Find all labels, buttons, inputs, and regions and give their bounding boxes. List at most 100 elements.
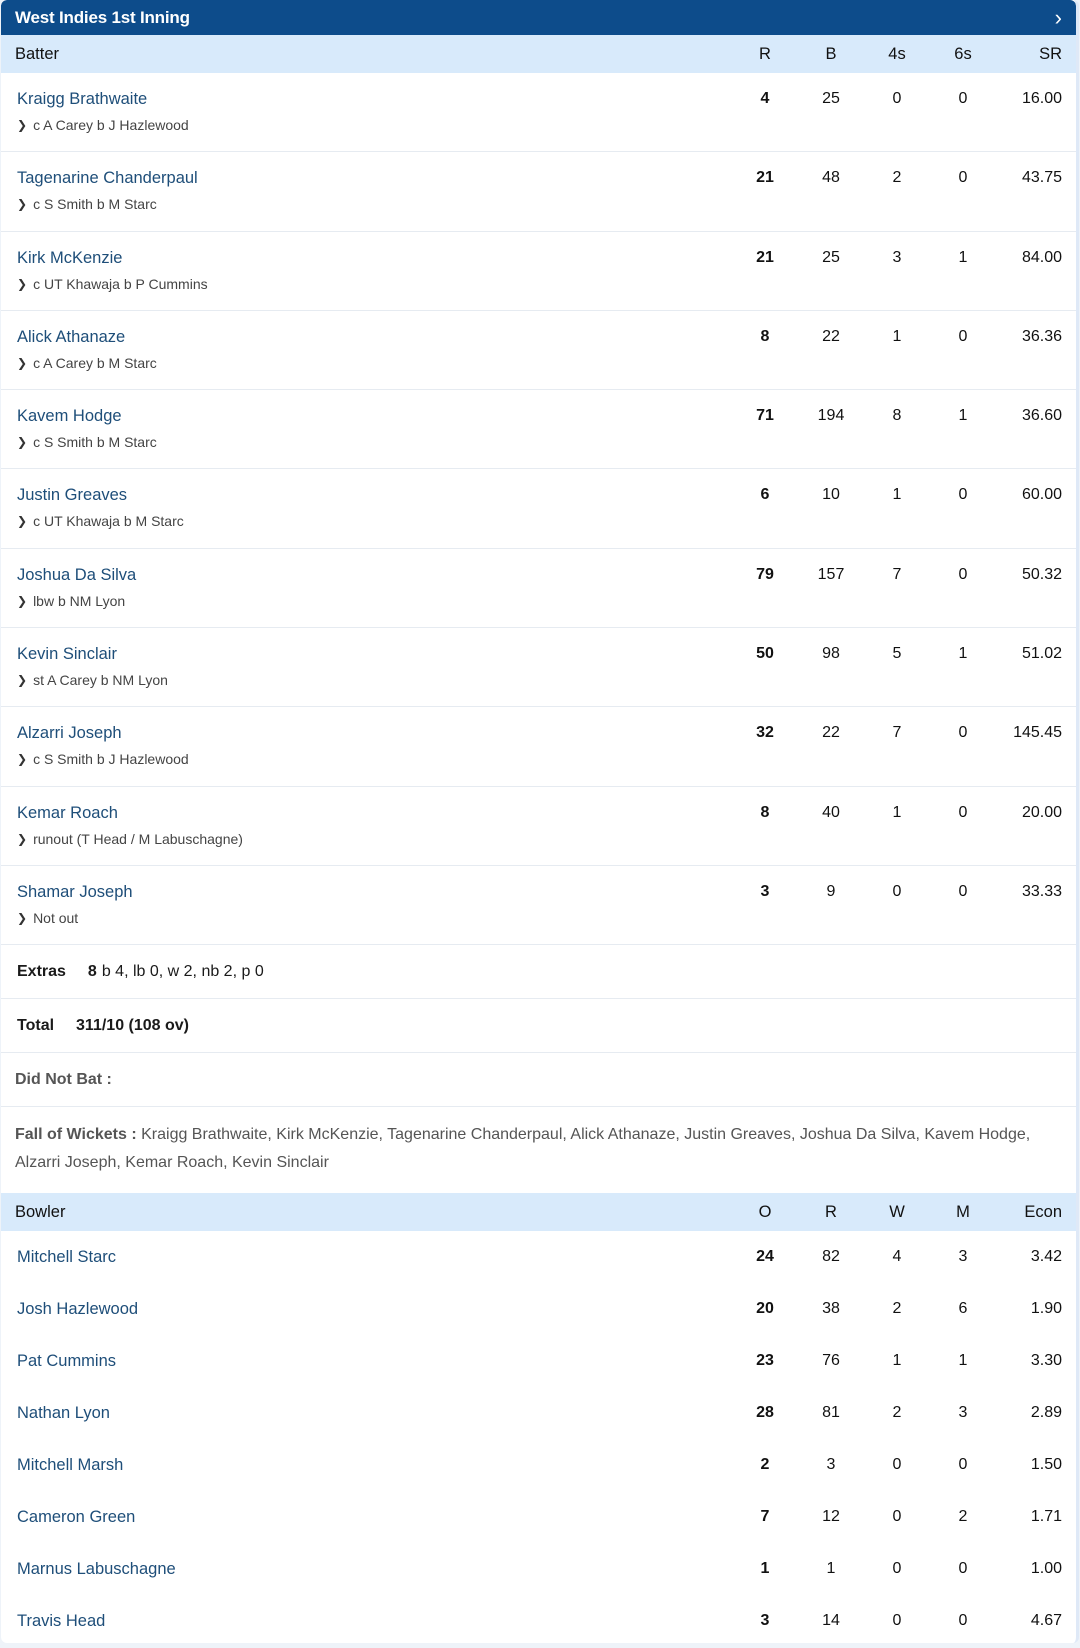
- balls-value: 9: [826, 882, 836, 900]
- balls-value: 98: [822, 645, 840, 663]
- chevron-right-icon: ❯: [17, 752, 28, 767]
- balls-value: 157: [817, 565, 845, 583]
- bowler-cell: Josh Hazlewood: [1, 1300, 732, 1319]
- fours-value: 2: [892, 169, 902, 187]
- bowler-cell: Cameron Green: [1, 1508, 732, 1527]
- dismissal-text: st A Carey b NM Lyon: [33, 672, 168, 689]
- balls-value: 10: [822, 486, 840, 504]
- batter-name-link[interactable]: Kraigg Brathwaite: [17, 90, 732, 109]
- bowler-name-link[interactable]: Cameron Green: [17, 1508, 732, 1527]
- batter-name-link[interactable]: Kevin Sinclair: [17, 645, 732, 664]
- wickets-value: 0: [892, 1508, 902, 1526]
- strike-rate-value: 145.45: [1013, 724, 1062, 742]
- runs-value: 4: [760, 90, 770, 107]
- runs-value: 6: [760, 486, 770, 504]
- dismissal-toggle[interactable]: ❯ c S Smith b M Starc: [17, 434, 732, 450]
- fall-of-wickets-row: Fall of Wickets : Kraigg Brathwaite, Kir…: [1, 1107, 1076, 1193]
- dismissal-toggle[interactable]: ❯ lbw b NM Lyon: [17, 593, 732, 609]
- fours-value: 0: [892, 882, 902, 900]
- extras-value: 8b 4, lb 0, w 2, nb 2, p 0: [88, 963, 264, 981]
- chevron-right-icon: ❯: [17, 593, 28, 608]
- fours-value: 0: [892, 90, 902, 107]
- innings-title: West Indies 1st Inning: [15, 7, 190, 27]
- dismissal-toggle[interactable]: ❯ c S Smith b M Starc: [17, 196, 732, 212]
- fall-of-wickets-label: Fall of Wickets :: [15, 1126, 137, 1144]
- runs-conceded-value: 12: [822, 1508, 840, 1526]
- bowler-name-link[interactable]: Mitchell Marsh: [17, 1456, 732, 1475]
- dismissal-toggle[interactable]: ❯ c A Carey b J Hazlewood: [17, 117, 732, 133]
- batter-cell: Alzarri Joseph ❯ c S Smith b J Hazlewood: [1, 724, 732, 767]
- bowling-table-body: Mitchell Starc 24 82 4 3 3.42 Josh Hazle…: [1, 1231, 1076, 1643]
- strike-rate-value: 51.02: [1021, 645, 1062, 663]
- dismissal-text: c A Carey b M Starc: [33, 354, 157, 371]
- batter-cell: Joshua Da Silva ❯ lbw b NM Lyon: [1, 566, 732, 609]
- wickets-value: 4: [892, 1248, 902, 1266]
- batter-row: Kirk McKenzie ❯ c UT Khawaja b P Cummins…: [1, 232, 1076, 311]
- dismissal-toggle[interactable]: ❯ c A Carey b M Starc: [17, 355, 732, 371]
- wickets-value: 1: [892, 1352, 902, 1370]
- sixes-value: 0: [958, 169, 968, 187]
- dismissal-toggle[interactable]: ❯ runout (T Head / M Labuschagne): [17, 831, 732, 847]
- balls-value: 40: [822, 803, 840, 821]
- bowler-row: Marnus Labuschagne 1 1 0 0 1.00: [1, 1543, 1076, 1595]
- balls-value: 48: [822, 169, 840, 187]
- maidens-value: 0: [958, 1560, 968, 1578]
- bowler-name-link[interactable]: Josh Hazlewood: [17, 1300, 732, 1319]
- economy-value: 3.42: [1030, 1248, 1062, 1266]
- bowler-row: Travis Head 3 14 0 0 4.67: [1, 1595, 1076, 1643]
- bowler-name-link[interactable]: Pat Cummins: [17, 1352, 732, 1371]
- batter-name-link[interactable]: Justin Greaves: [17, 486, 732, 505]
- chevron-right-icon: ❯: [17, 355, 28, 370]
- batter-name-link[interactable]: Kirk McKenzie: [17, 249, 732, 268]
- sixes-value: 1: [958, 407, 968, 425]
- balls-value: 22: [822, 724, 840, 742]
- batter-name-link[interactable]: Kemar Roach: [17, 804, 732, 823]
- bowler-name-link[interactable]: Travis Head: [17, 1612, 732, 1631]
- strike-rate-value: 43.75: [1021, 169, 1062, 187]
- batter-cell: Shamar Joseph ❯ Not out: [1, 883, 732, 926]
- batter-name-link[interactable]: Joshua Da Silva: [17, 566, 732, 585]
- batter-cell: Kemar Roach ❯ runout (T Head / M Labusch…: [1, 804, 732, 847]
- col-strike-rate: SR: [1039, 44, 1062, 63]
- bowler-row: Josh Hazlewood 20 38 2 6 1.90: [1, 1283, 1076, 1335]
- dismissal-text: Not out: [33, 909, 79, 926]
- bowler-name-link[interactable]: Nathan Lyon: [17, 1404, 732, 1423]
- strike-rate-value: 36.36: [1021, 327, 1062, 345]
- dismissal-toggle[interactable]: ❯ st A Carey b NM Lyon: [17, 672, 732, 688]
- did-not-bat-label: Did Not Bat :: [15, 1070, 112, 1088]
- batter-name-link[interactable]: Kavem Hodge: [17, 407, 732, 426]
- overs-value: 1: [760, 1560, 770, 1578]
- chevron-right-icon: ❯: [17, 435, 28, 450]
- chevron-right-icon[interactable]: ›: [1055, 6, 1062, 29]
- dismissal-toggle[interactable]: ❯ c UT Khawaja b P Cummins: [17, 276, 732, 292]
- dismissal-toggle[interactable]: ❯ c UT Khawaja b M Starc: [17, 513, 732, 529]
- runs-conceded-value: 76: [822, 1352, 840, 1370]
- balls-value: 25: [822, 248, 840, 266]
- fours-value: 7: [892, 724, 902, 742]
- bowler-name-link[interactable]: Mitchell Starc: [17, 1248, 732, 1267]
- innings-header[interactable]: West Indies 1st Inning ›: [1, 0, 1076, 35]
- fours-value: 7: [892, 565, 902, 583]
- economy-value: 1.71: [1030, 1508, 1062, 1526]
- batter-name-link[interactable]: Tagenarine Chanderpaul: [17, 169, 732, 188]
- scorecard-card: West Indies 1st Inning › Batter R B 4s 6…: [1, 0, 1079, 1643]
- batting-table-header: Batter R B 4s 6s SR: [1, 35, 1076, 73]
- batter-name-link[interactable]: Alzarri Joseph: [17, 724, 732, 743]
- runs-conceded-value: 81: [822, 1404, 840, 1422]
- batter-name-link[interactable]: Alick Athanaze: [17, 328, 732, 347]
- chevron-right-icon: ❯: [17, 831, 28, 846]
- dismissal-text: c S Smith b M Starc: [33, 434, 157, 451]
- batter-name-link[interactable]: Shamar Joseph: [17, 883, 732, 902]
- dismissal-text: c UT Khawaja b P Cummins: [33, 275, 208, 292]
- dismissal-toggle[interactable]: ❯ c S Smith b J Hazlewood: [17, 751, 732, 767]
- batter-cell: Kirk McKenzie ❯ c UT Khawaja b P Cummins: [1, 249, 732, 292]
- runs-value: 71: [756, 407, 774, 425]
- bowler-name-link[interactable]: Marnus Labuschagne: [17, 1560, 732, 1579]
- dismissal-toggle[interactable]: ❯ Not out: [17, 910, 732, 926]
- wickets-value: 2: [892, 1404, 902, 1422]
- maidens-value: 3: [958, 1404, 968, 1422]
- batter-row: Kemar Roach ❯ runout (T Head / M Labusch…: [1, 787, 1076, 866]
- fours-value: 1: [892, 486, 902, 504]
- balls-value: 25: [822, 90, 840, 107]
- batter-cell: Kavem Hodge ❯ c S Smith b M Starc: [1, 407, 732, 450]
